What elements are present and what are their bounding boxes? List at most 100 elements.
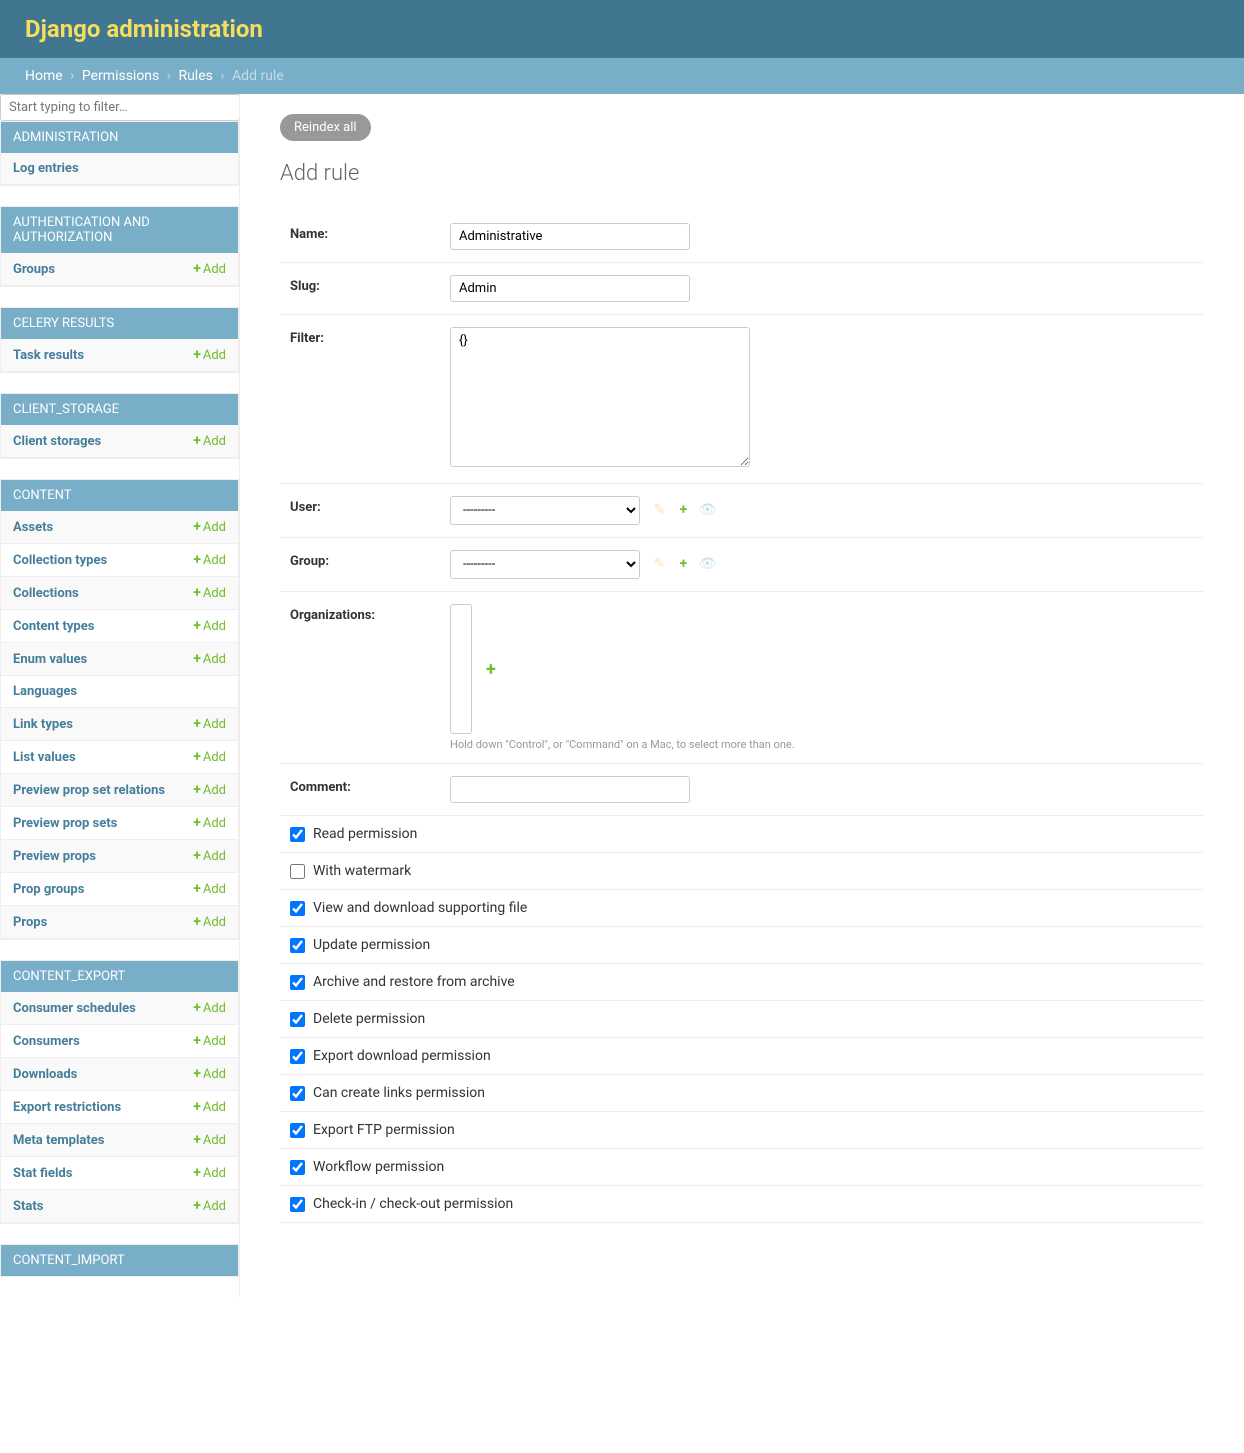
add-link[interactable]: + Add xyxy=(193,782,226,798)
model-link[interactable]: Props xyxy=(13,915,47,930)
model-link[interactable]: Task results xyxy=(13,348,84,363)
add-label: Add xyxy=(203,750,226,765)
add-link[interactable]: + Add xyxy=(193,716,226,732)
breadcrumb-permissions[interactable]: Permissions xyxy=(82,68,159,84)
permission-checkbox[interactable] xyxy=(290,827,305,842)
add-label: Add xyxy=(203,849,226,864)
model-link[interactable]: Prop groups xyxy=(13,882,84,897)
slug-input[interactable] xyxy=(450,275,690,302)
field-row-user: User: --------- ✎ + 👁 xyxy=(280,484,1204,538)
filter-textarea[interactable]: {} xyxy=(450,327,750,467)
model-link[interactable]: Log entries xyxy=(13,161,79,176)
name-input[interactable] xyxy=(450,223,690,250)
comment-input[interactable] xyxy=(450,776,690,803)
permission-label[interactable]: View and download supporting file xyxy=(313,900,527,916)
add-link[interactable]: + Add xyxy=(193,347,226,363)
add-link[interactable]: + Add xyxy=(193,585,226,601)
add-link[interactable]: + Add xyxy=(193,914,226,930)
user-select[interactable]: --------- xyxy=(450,496,640,525)
permission-label[interactable]: Export download permission xyxy=(313,1048,491,1064)
add-link[interactable]: + Add xyxy=(193,618,226,634)
add-link[interactable]: + Add xyxy=(193,552,226,568)
model-link[interactable]: Collections xyxy=(13,586,79,601)
permission-checkbox[interactable] xyxy=(290,1049,305,1064)
model-link[interactable]: Consumer schedules xyxy=(13,1001,136,1016)
add-link[interactable]: + Add xyxy=(193,651,226,667)
add-label: Add xyxy=(203,434,226,449)
add-link[interactable]: + Add xyxy=(193,1000,226,1016)
model-link[interactable]: Downloads xyxy=(13,1067,77,1082)
add-link[interactable]: + Add xyxy=(193,1066,226,1082)
permission-label[interactable]: Update permission xyxy=(313,937,430,953)
permission-checkbox[interactable] xyxy=(290,1012,305,1027)
model-link[interactable]: Stat fields xyxy=(13,1166,72,1181)
sidebar-filter-input[interactable] xyxy=(0,94,239,121)
model-link[interactable]: Enum values xyxy=(13,652,87,667)
group-select[interactable]: --------- xyxy=(450,550,640,579)
plus-icon[interactable]: + xyxy=(675,556,691,572)
permission-label[interactable]: Archive and restore from archive xyxy=(313,974,515,990)
add-link[interactable]: + Add xyxy=(193,848,226,864)
permission-checkbox[interactable] xyxy=(290,1123,305,1138)
module-row: Preview prop sets + Add xyxy=(1,807,238,840)
permission-label[interactable]: Delete permission xyxy=(313,1011,425,1027)
permission-checkbox[interactable] xyxy=(290,864,305,879)
model-link[interactable]: Preview prop sets xyxy=(13,816,117,831)
plus-icon[interactable]: + xyxy=(675,502,691,518)
add-link[interactable]: + Add xyxy=(193,749,226,765)
model-link[interactable]: Stats xyxy=(13,1199,43,1214)
permission-checkbox[interactable] xyxy=(290,975,305,990)
model-link[interactable]: List values xyxy=(13,750,76,765)
permission-label[interactable]: Can create links permission xyxy=(313,1085,485,1101)
checkbox-row: Read permission xyxy=(280,816,1204,853)
permission-checkbox[interactable] xyxy=(290,938,305,953)
breadcrumb-home[interactable]: Home xyxy=(25,68,63,84)
permission-label[interactable]: With watermark xyxy=(313,863,411,879)
add-link[interactable]: + Add xyxy=(193,261,226,277)
add-link[interactable]: + Add xyxy=(193,519,226,535)
reindex-all-button[interactable]: Reindex all xyxy=(280,114,371,141)
add-link[interactable]: + Add xyxy=(193,1165,226,1181)
add-link[interactable]: + Add xyxy=(193,1099,226,1115)
plus-icon: + xyxy=(193,716,201,732)
add-link[interactable]: + Add xyxy=(193,881,226,897)
name-label: Name: xyxy=(290,223,450,242)
plus-icon: + xyxy=(193,261,201,277)
model-link[interactable]: Preview prop set relations xyxy=(13,783,165,798)
permission-checkbox[interactable] xyxy=(290,1086,305,1101)
add-link[interactable]: + Add xyxy=(193,1033,226,1049)
model-link[interactable]: Languages xyxy=(13,684,77,699)
plus-icon[interactable]: + xyxy=(486,659,496,680)
module-heading: AUTHENTICATION AND AUTHORIZATION xyxy=(1,207,238,253)
add-link[interactable]: + Add xyxy=(193,433,226,449)
permission-label[interactable]: Check-in / check-out permission xyxy=(313,1196,513,1212)
add-label: Add xyxy=(203,1166,226,1181)
permission-checkbox[interactable] xyxy=(290,1160,305,1175)
add-link[interactable]: + Add xyxy=(193,815,226,831)
model-link[interactable]: Client storages xyxy=(13,434,101,449)
field-row-group: Group: --------- ✎ + 👁 xyxy=(280,538,1204,592)
model-link[interactable]: Link types xyxy=(13,717,73,732)
module-row: Groups + Add xyxy=(1,253,238,286)
add-label: Add xyxy=(203,553,226,568)
model-link[interactable]: Groups xyxy=(13,262,55,277)
breadcrumb-current: Add rule xyxy=(232,68,284,84)
permission-checkbox[interactable] xyxy=(290,901,305,916)
breadcrumb-rules[interactable]: Rules xyxy=(178,68,212,84)
model-link[interactable]: Content types xyxy=(13,619,94,634)
model-link[interactable]: Preview props xyxy=(13,849,96,864)
model-link[interactable]: Export restrictions xyxy=(13,1100,121,1115)
model-link[interactable]: Consumers xyxy=(13,1034,80,1049)
organizations-select[interactable] xyxy=(450,604,472,734)
plus-icon: + xyxy=(193,347,201,363)
add-label: Add xyxy=(203,882,226,897)
add-link[interactable]: + Add xyxy=(193,1198,226,1214)
model-link[interactable]: Collection types xyxy=(13,553,107,568)
permission-checkbox[interactable] xyxy=(290,1197,305,1212)
model-link[interactable]: Assets xyxy=(13,520,53,535)
add-link[interactable]: + Add xyxy=(193,1132,226,1148)
permission-label[interactable]: Export FTP permission xyxy=(313,1122,455,1138)
permission-label[interactable]: Read permission xyxy=(313,826,417,842)
permission-label[interactable]: Workflow permission xyxy=(313,1159,444,1175)
model-link[interactable]: Meta templates xyxy=(13,1133,104,1148)
